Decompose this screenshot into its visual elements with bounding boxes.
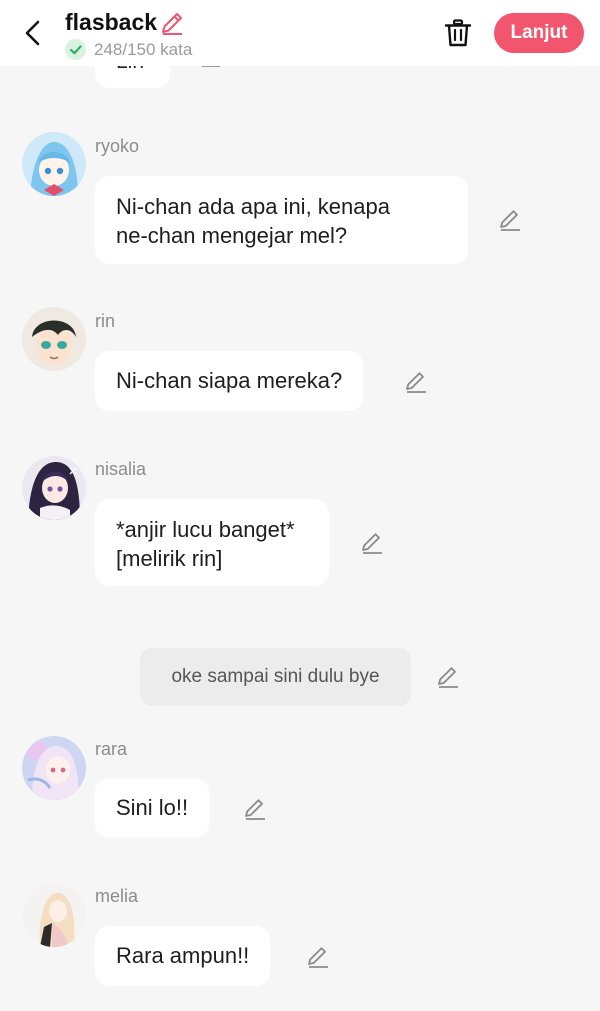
sender-name: rara xyxy=(95,739,128,759)
sender-name: rin xyxy=(95,311,116,331)
message-bubble[interactable]: Ni-chan siapa mereka? xyxy=(95,351,364,411)
sender-name: nisalia xyxy=(95,459,147,479)
next-button[interactable]: Lanjut xyxy=(494,13,584,53)
check-circle-icon xyxy=(65,39,86,60)
message-bubble[interactable]: *anjir lucu banget* [melirik rin] xyxy=(95,499,329,586)
pencil-icon[interactable] xyxy=(404,370,428,394)
avatar-rin[interactable] xyxy=(22,307,86,371)
word-count: 248/150 kata xyxy=(94,40,193,59)
avatar-melia[interactable] xyxy=(22,883,86,947)
sender-name: ryoko xyxy=(95,136,140,156)
pencil-icon[interactable] xyxy=(360,531,384,555)
trash-icon[interactable] xyxy=(444,18,472,48)
message-bubble[interactable]: Rara ampun!! xyxy=(95,926,271,986)
pencil-icon[interactable] xyxy=(306,945,330,969)
narration-bubble[interactable]: oke sampai sini dulu bye xyxy=(140,648,411,706)
avatar-nisalia[interactable] xyxy=(22,456,86,520)
message-bubble[interactable]: Sini lo!! xyxy=(95,778,210,838)
pencil-icon[interactable] xyxy=(243,797,267,821)
message-bubble[interactable]: Ni-chan ada apa ini, kenapa ne-chan meng… xyxy=(95,176,468,264)
pencil-icon[interactable] xyxy=(159,10,185,36)
top-bar: flasback 248/150 kata Lanjut xyxy=(0,0,600,66)
avatar-ryoko[interactable] xyxy=(22,132,86,196)
sender-name: melia xyxy=(95,886,139,906)
pencil-icon[interactable] xyxy=(436,665,460,689)
pencil-icon[interactable] xyxy=(498,208,522,232)
story-title: flasback xyxy=(65,9,158,35)
chevron-left-icon[interactable] xyxy=(20,18,46,48)
avatar-rara[interactable] xyxy=(22,736,86,800)
